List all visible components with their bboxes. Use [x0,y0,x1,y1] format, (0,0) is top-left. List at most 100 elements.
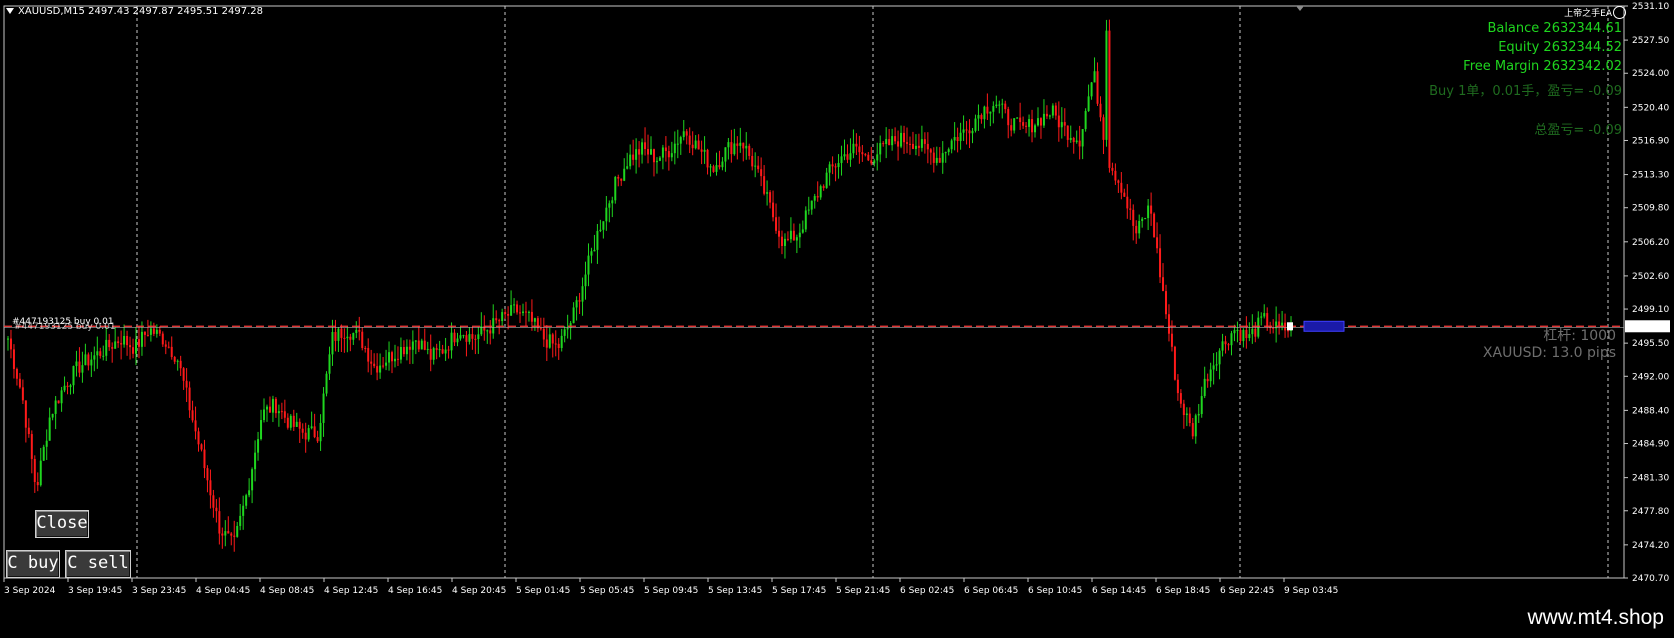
candle-body [307,428,310,440]
candle-body [30,434,33,459]
candle-body [706,149,709,168]
candle-body [170,346,173,357]
candle-body [1078,140,1081,147]
candle-body [78,361,81,373]
candle-body [908,143,911,145]
candle-body [319,422,322,442]
candle-body [450,332,453,351]
candle-body [1019,117,1022,123]
shift-triangle-icon[interactable] [1296,6,1304,11]
candle-body [551,334,554,344]
symbol-header: XAUUSD,M15 2497.43 2497.87 2495.51 2497.… [6,6,263,17]
candle-body [1063,122,1066,126]
candle-body [465,335,468,342]
candle-body [775,217,778,231]
candle-body [468,334,471,342]
candle-body [611,200,614,204]
candle-body [143,331,146,335]
candle-body [158,329,161,334]
candle-body [929,149,932,153]
candle-body [935,157,938,163]
candle-body [995,104,998,107]
candle-body [209,480,212,496]
candle-body [923,139,926,144]
candle-body [108,339,111,348]
candle-body [554,343,557,345]
candle-body [608,203,611,208]
candle-body [316,437,319,442]
candle-body [897,141,900,147]
candle-body [822,186,825,188]
candle-body [1254,329,1257,337]
candle-body [1013,118,1016,131]
candle-body [1239,329,1242,342]
candle-body [724,147,727,162]
candle-body [373,363,376,367]
candle-body [739,142,742,146]
candle-body [268,406,271,413]
candle-body [1167,314,1170,334]
candle-body [530,311,533,322]
candle-body [149,328,152,335]
candle-body [1227,344,1230,346]
candle-body [855,143,858,147]
candle-body [697,140,700,150]
candle-body [1188,413,1191,424]
candle-body [590,251,593,256]
candle-body [197,431,200,445]
chart-canvas[interactable]: 2531.10 2527.50 2524.00 2520.40 2516.90 2513.… [0,0,1674,600]
candle-body [813,196,816,201]
candle-body [257,439,260,453]
price-axis-label: 2484.90 [1632,440,1669,450]
last-price-marker [1287,322,1293,331]
candle-body [617,177,620,179]
candle-body [1090,82,1093,97]
candle-body [780,236,783,246]
candle-body [635,149,638,160]
c-buy-button[interactable]: C buy [6,550,60,578]
candle-body [18,378,21,388]
candle-body [745,145,748,149]
candle-body [393,358,396,362]
candle-body [167,346,170,348]
candle-body [632,154,635,160]
candle-body [983,106,986,120]
candle-body [402,346,405,355]
candle-body [343,337,346,339]
c-sell-button[interactable]: C sell [65,550,131,578]
candle-body [1007,109,1010,126]
chart-window[interactable]: 2531.10 2527.50 2524.00 2520.40 2516.90 2513.… [0,0,1674,600]
candle-body [1057,115,1060,128]
chart-border [3,5,1625,579]
candle-body [140,331,143,347]
collapse-triangle-icon[interactable] [6,8,14,14]
candle-body [388,352,391,363]
time-axis-label: 4 Sep 08:45 [260,586,314,596]
candle-body [664,147,667,152]
candle-body [629,154,632,167]
candle-body [545,339,548,348]
trade-marker [1303,320,1345,332]
candle-body [638,149,641,155]
price-axis-label: 2531.10 [1632,2,1669,12]
candle-body [1147,205,1150,219]
candle-body [251,469,254,491]
candle-body [1162,277,1165,292]
candle-body [807,209,810,211]
candle-body [1069,137,1072,140]
candle-body [932,152,935,163]
time-axis-label: 4 Sep 16:45 [388,586,442,596]
candle-body [1150,205,1153,214]
candle-body [358,329,361,332]
candle-body [1022,122,1025,126]
close-button[interactable]: Close [35,510,89,538]
candle-body [831,164,834,167]
time-axis-label: 5 Sep 01:45 [516,586,570,596]
candle-body [471,334,474,339]
candle-body [414,340,417,342]
candle-body [90,359,93,366]
smiley-icon [1613,6,1626,19]
candle-body [894,136,897,142]
price-axis-label: 2513.30 [1632,171,1669,181]
candle-body [584,274,587,287]
